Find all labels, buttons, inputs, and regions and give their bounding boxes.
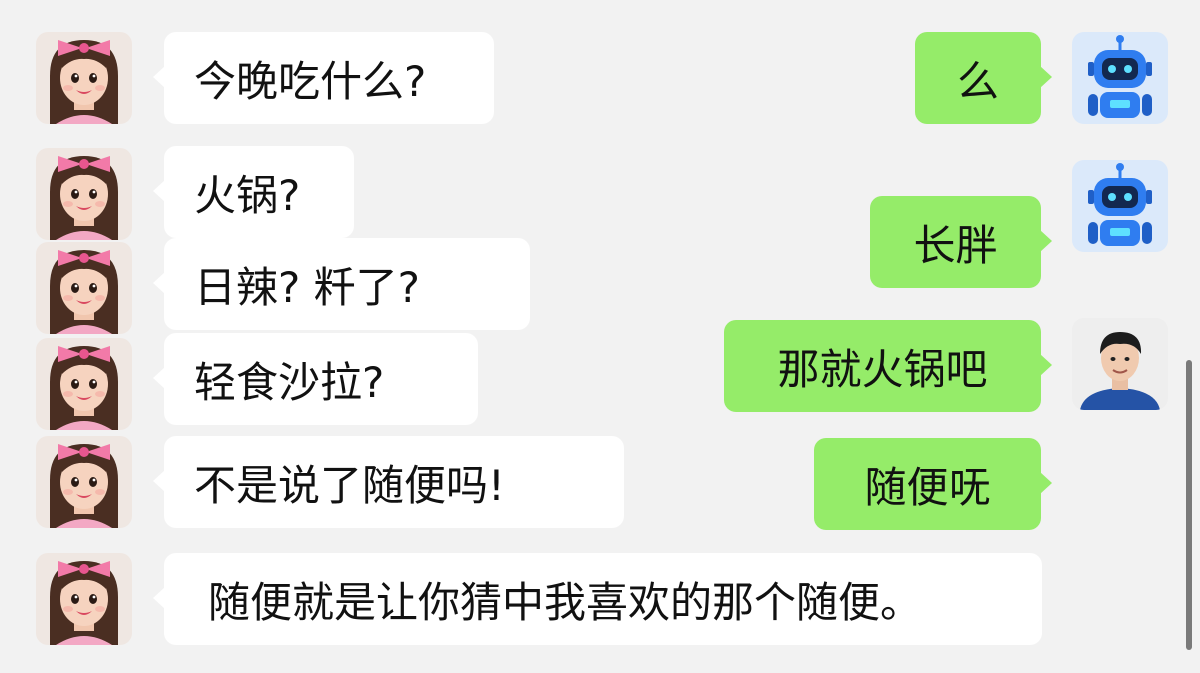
message-bubble[interactable]: 日辣? 粁了? bbox=[153, 238, 530, 330]
message-text: 不是说了随便吗! bbox=[194, 460, 505, 510]
scrollbar[interactable] bbox=[1186, 360, 1194, 650]
message-text: 日辣? 粁了? bbox=[194, 262, 420, 312]
robot-avatar[interactable] bbox=[1072, 160, 1168, 252]
girl-avatar-icon bbox=[36, 436, 132, 528]
girl-avatar-icon bbox=[36, 338, 132, 430]
message-bubble[interactable]: 那就火锅吧 bbox=[724, 320, 1052, 412]
girl-avatar-icon bbox=[36, 553, 132, 645]
message-text: 火锅? bbox=[194, 170, 301, 220]
message-text: 随便呒 bbox=[864, 462, 991, 512]
message-text: 今晚吃什么? bbox=[194, 56, 427, 106]
girl-avatar-icon bbox=[36, 242, 132, 334]
girl-avatar[interactable] bbox=[36, 338, 132, 430]
man-avatar[interactable] bbox=[1072, 318, 1168, 410]
girl-avatar[interactable] bbox=[36, 148, 132, 240]
girl-avatar-icon bbox=[36, 32, 132, 124]
message-text: 轻食沙拉? bbox=[194, 357, 385, 407]
girl-avatar[interactable] bbox=[36, 436, 132, 528]
girl-avatar[interactable] bbox=[36, 553, 132, 645]
message-text: 么 bbox=[956, 56, 999, 106]
message-bubble[interactable]: 轻食沙拉? bbox=[153, 333, 478, 425]
message-bubble[interactable]: 随便就是让你猜中我喜欢的那个随便。 bbox=[153, 553, 1042, 645]
message-text: 长胖 bbox=[913, 220, 998, 270]
robot-avatar-icon bbox=[1072, 160, 1168, 252]
man-avatar-icon bbox=[1072, 318, 1168, 410]
message-bubble[interactable]: 么 bbox=[915, 32, 1052, 124]
robot-avatar-icon bbox=[1072, 32, 1168, 124]
message-bubble[interactable]: 长胖 bbox=[870, 196, 1052, 288]
girl-avatar-icon bbox=[36, 148, 132, 240]
message-bubble[interactable]: 火锅? bbox=[153, 146, 354, 238]
message-bubble[interactable]: 随便呒 bbox=[814, 438, 1052, 530]
message-bubble[interactable]: 今晚吃什么? bbox=[153, 32, 494, 124]
message-text: 那就火锅吧 bbox=[777, 344, 988, 394]
message-text: 随便就是让你猜中我喜欢的那个随便。 bbox=[208, 577, 923, 627]
robot-avatar[interactable] bbox=[1072, 32, 1168, 124]
girl-avatar[interactable] bbox=[36, 242, 132, 334]
girl-avatar[interactable] bbox=[36, 32, 132, 124]
scrollbar-thumb[interactable] bbox=[1186, 360, 1192, 650]
message-bubble[interactable]: 不是说了随便吗! bbox=[153, 436, 624, 528]
